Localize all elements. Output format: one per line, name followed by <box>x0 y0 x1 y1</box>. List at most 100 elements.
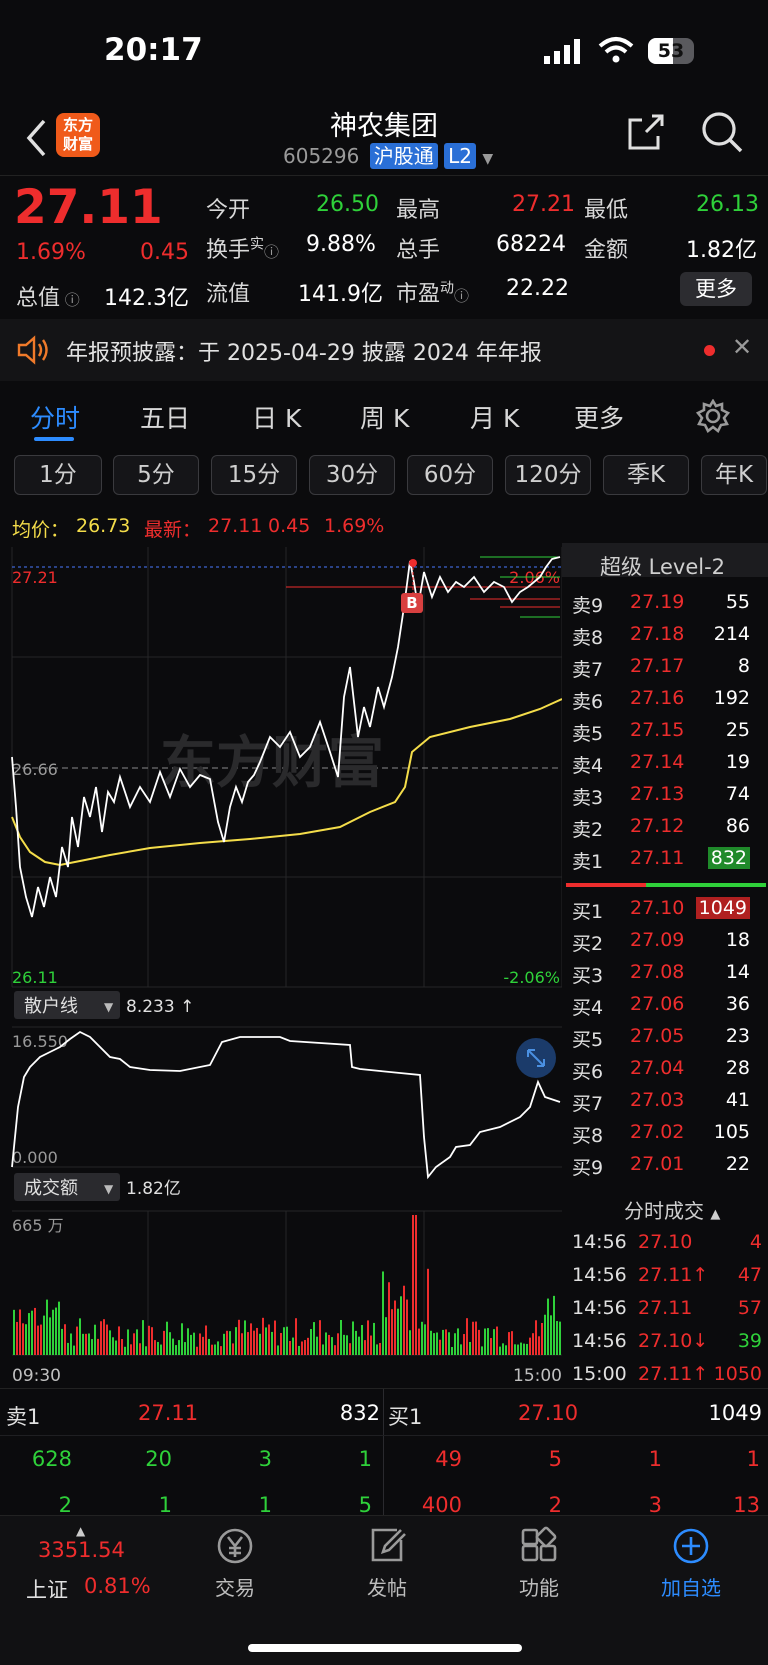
ask-row[interactable]: 卖9 27.19 55 <box>562 587 768 619</box>
period-60m[interactable]: 60分 <box>407 455 493 495</box>
nav-post[interactable]: 发帖 <box>312 1526 462 1601</box>
volume-bar <box>448 1332 450 1355</box>
ask-row[interactable]: 卖8 27.18 214 <box>562 619 768 651</box>
volume-bar <box>157 1341 159 1355</box>
change-pct: 1.69% <box>16 240 86 265</box>
share-icon[interactable] <box>626 112 666 152</box>
dropdown-icon[interactable]: ▼ <box>482 151 493 167</box>
volume-bar <box>397 1308 399 1355</box>
volume-bar <box>121 1338 123 1355</box>
level2-title: 超级 Level-2 <box>600 555 726 579</box>
trade-row: 14:56 27.10 4 <box>572 1231 762 1253</box>
gear-icon[interactable] <box>696 399 730 433</box>
period-120m[interactable]: 120分 <box>505 455 591 495</box>
period-year-k[interactable]: 年K <box>701 455 767 495</box>
intraday-chart[interactable]: 东方财富 27.21 26.66 26.11 2.06% -2.06% B 散户… <box>0 547 562 1387</box>
amount-value: 1.82亿 <box>686 238 757 263</box>
index-value[interactable]: 3351.54 <box>38 1538 125 1562</box>
volume-bar <box>43 1315 45 1355</box>
bid-row[interactable]: 买4 27.06 36 <box>562 989 768 1021</box>
nav-add-watchlist[interactable]: 加自选 <box>616 1526 766 1601</box>
buy1-price: 27.10 <box>518 1401 579 1425</box>
buy1-label: 买1 <box>388 1405 423 1429</box>
search-icon[interactable] <box>700 110 744 154</box>
ask-row[interactable]: 卖7 27.17 8 <box>562 651 768 683</box>
tab-weekly-k[interactable]: 周 K <box>360 399 409 435</box>
tab-monthly-k[interactable]: 月 K <box>470 399 519 435</box>
volume-bar <box>190 1334 192 1355</box>
x-start-label: 09:30 <box>12 1366 61 1386</box>
volume-bar <box>556 1321 558 1355</box>
volume-bar <box>478 1329 480 1355</box>
mktcap-label: 总值 ⓘ <box>16 286 80 311</box>
chart-change: 0.45 <box>268 515 311 537</box>
ask-row[interactable]: 卖1 27.11 832 <box>562 843 768 875</box>
retail-caret: ▼ <box>104 1000 114 1014</box>
bid-row[interactable]: 买5 27.05 23 <box>562 1021 768 1053</box>
volume-bar <box>508 1332 510 1355</box>
queue-cell: 3 <box>258 1447 272 1471</box>
bid-row[interactable]: 买3 27.08 14 <box>562 957 768 989</box>
retail-value: 8.233 ↑ <box>126 997 194 1017</box>
volume-bar <box>460 1344 462 1355</box>
period-30m[interactable]: 30分 <box>309 455 395 495</box>
ask-row[interactable]: 卖4 27.14 19 <box>562 747 768 779</box>
nav-functions[interactable]: 功能 <box>464 1526 614 1601</box>
bid-row[interactable]: 买9 27.01 22 <box>562 1149 768 1181</box>
volume-bar <box>187 1328 189 1355</box>
volume-bar <box>523 1343 525 1355</box>
bid-row[interactable]: 买6 27.04 28 <box>562 1053 768 1085</box>
nav-trade[interactable]: 交易 <box>160 1526 310 1601</box>
volume-bars <box>13 1215 561 1355</box>
chart-info-line: 均价： 26.73 最新： 27.11 0.45 1.69% <box>0 503 560 547</box>
volume-bar <box>376 1344 378 1355</box>
trades-title[interactable]: 分时成交 ▲ <box>624 1195 720 1224</box>
ask-row[interactable]: 卖6 27.16 192 <box>562 683 768 715</box>
wifi-icon <box>598 37 634 63</box>
tab-daily-k[interactable]: 日 K <box>252 399 301 435</box>
volume-bar <box>253 1330 255 1355</box>
stock-code-line: 605296 沪股通 L2 ▼ <box>283 140 493 170</box>
volume-bar <box>70 1333 72 1355</box>
battery-icon: 53 <box>648 38 694 64</box>
volume-bar <box>331 1337 333 1355</box>
period-quarter-k[interactable]: 季K <box>603 455 689 495</box>
ask-row[interactable]: 卖3 27.13 74 <box>562 779 768 811</box>
volume-bar <box>532 1333 534 1355</box>
volume-bar <box>538 1336 540 1355</box>
header: 东方 财富 神农集团 605296 沪股通 L2 ▼ <box>0 100 768 176</box>
bid-row[interactable]: 买1 27.10 1049 <box>562 893 768 925</box>
volume-bar <box>262 1317 264 1355</box>
period-5m[interactable]: 5分 <box>113 455 199 495</box>
bid-row[interactable]: 买7 27.03 41 <box>562 1085 768 1117</box>
volume-bar <box>409 1330 411 1355</box>
bid-row[interactable]: 买2 27.09 18 <box>562 925 768 957</box>
chart-tabs: 分时 五日 日 K 周 K 月 K 更多 <box>0 381 768 449</box>
volume-bar <box>310 1329 312 1355</box>
volume-bar <box>385 1317 387 1355</box>
ask-row[interactable]: 卖5 27.15 25 <box>562 715 768 747</box>
more-button[interactable]: 更多 <box>680 272 752 306</box>
tab-more[interactable]: 更多 <box>574 399 624 435</box>
volume-bar <box>421 1321 423 1355</box>
bid-row[interactable]: 买8 27.02 105 <box>562 1117 768 1149</box>
volume-caret: ▼ <box>104 1182 114 1196</box>
volume-bar <box>181 1323 183 1355</box>
volume-bar <box>496 1326 498 1355</box>
ask-row[interactable]: 卖2 27.12 86 <box>562 811 768 843</box>
volume-bar <box>412 1215 414 1355</box>
tab-intraday[interactable]: 分时 <box>30 399 80 435</box>
queue-cell: 5 <box>358 1493 372 1517</box>
notice-bar[interactable]: 年报预披露：于 2025-04-29 披露 2024 年年报 ✕ <box>0 319 768 381</box>
volume-bar <box>463 1334 465 1355</box>
last-price: 27.11 <box>14 180 163 235</box>
close-icon[interactable]: ✕ <box>732 333 752 361</box>
tab-five-day[interactable]: 五日 <box>140 399 190 435</box>
volume-bar <box>490 1338 492 1355</box>
volume-bar <box>34 1307 36 1355</box>
period-1m[interactable]: 1分 <box>14 455 102 495</box>
volume-bar <box>433 1333 435 1355</box>
high-label: 最高 <box>396 198 441 223</box>
volume-bar <box>115 1340 117 1355</box>
period-15m[interactable]: 15分 <box>211 455 297 495</box>
